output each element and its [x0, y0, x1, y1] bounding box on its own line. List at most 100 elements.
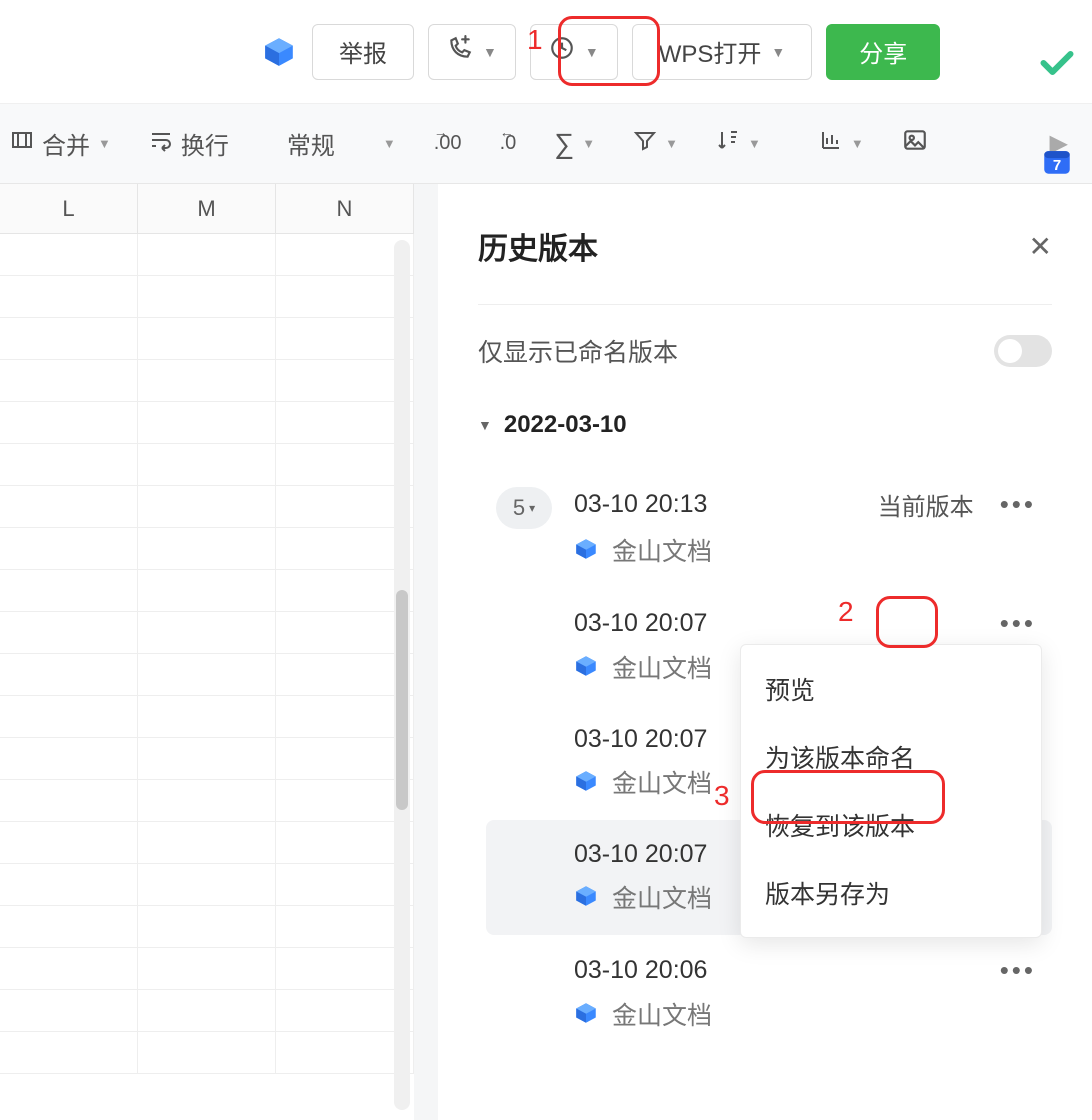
rail-check-icon[interactable] — [1038, 44, 1076, 82]
sheet-cell[interactable] — [138, 276, 276, 317]
sheet-row[interactable] — [0, 234, 414, 276]
sheet-row[interactable] — [0, 906, 414, 948]
sheet-cell[interactable] — [138, 612, 276, 653]
clock-icon — [549, 35, 575, 68]
image-button[interactable] — [892, 121, 938, 166]
sheet-cell[interactable] — [0, 276, 138, 317]
sheet-cell[interactable] — [0, 360, 138, 401]
sheet-cell[interactable] — [138, 738, 276, 779]
version-item[interactable]: 5▾03-10 20:13当前版本•••金山文档 — [486, 467, 1052, 588]
column-header[interactable]: L — [0, 184, 138, 233]
sheet-cell[interactable] — [0, 1032, 138, 1073]
column-header[interactable]: M — [138, 184, 276, 233]
sheet-cell[interactable] — [0, 570, 138, 611]
phone-dropdown-button[interactable]: ▼ — [428, 24, 516, 80]
sheet-cell[interactable] — [0, 612, 138, 653]
sheet-cell[interactable] — [0, 318, 138, 359]
sheet-cell[interactable] — [138, 654, 276, 695]
sheet-cell[interactable] — [138, 1032, 276, 1073]
sheet-cell[interactable] — [138, 696, 276, 737]
sheet-cell[interactable] — [138, 528, 276, 569]
version-item[interactable]: 03-10 20:06•••金山文档 — [486, 935, 1052, 1052]
sheet-cell[interactable] — [138, 570, 276, 611]
sheet-cell[interactable] — [138, 318, 276, 359]
sheet-row[interactable] — [0, 402, 414, 444]
context-menu-item[interactable]: 恢复到该版本 — [741, 791, 1041, 859]
app-logo-icon — [574, 884, 600, 910]
context-menu-item[interactable]: 预览 — [741, 655, 1041, 723]
wrap-text-button[interactable]: 换行 — [139, 120, 239, 167]
sheet-column-headers: L M N — [0, 184, 414, 234]
phone-icon — [447, 35, 473, 68]
sheet-row[interactable] — [0, 1032, 414, 1074]
chart-dropdown-button[interactable]: ▼ — [809, 122, 874, 165]
history-dropdown-button[interactable]: ▼ — [530, 24, 618, 80]
sheet-cell[interactable] — [138, 402, 276, 443]
share-button[interactable]: 分享 — [826, 24, 940, 80]
context-menu-item[interactable]: 为该版本命名 — [741, 723, 1041, 791]
sheet-row[interactable] — [0, 528, 414, 570]
sheet-cell[interactable] — [138, 360, 276, 401]
named-only-toggle[interactable] — [994, 335, 1052, 367]
sheet-cell[interactable] — [138, 948, 276, 989]
sheet-row[interactable] — [0, 822, 414, 864]
sheet-cell[interactable] — [0, 948, 138, 989]
filter-dropdown-button[interactable]: ▼ — [623, 122, 688, 165]
sheet-cell[interactable] — [138, 822, 276, 863]
sheet-row[interactable] — [0, 612, 414, 654]
context-menu-item[interactable]: 版本另存为 — [741, 859, 1041, 927]
sheet-cell[interactable] — [0, 822, 138, 863]
decrease-decimal-button[interactable]: .00 → — [424, 126, 472, 161]
sheet-row[interactable] — [0, 318, 414, 360]
number-format-select[interactable]: 常规 ▼ — [257, 120, 406, 167]
sum-dropdown-button[interactable]: ∑ ▼ — [544, 122, 605, 166]
version-more-button[interactable]: ••• — [994, 608, 1042, 639]
version-date-group[interactable]: ▼ 2022-03-10 — [478, 411, 1052, 439]
sheet-row[interactable] — [0, 864, 414, 906]
sheet-row[interactable] — [0, 990, 414, 1032]
sheet-cell[interactable] — [0, 738, 138, 779]
scrollbar-thumb[interactable] — [396, 590, 408, 810]
sheet-cell[interactable] — [138, 780, 276, 821]
sheet-row[interactable] — [0, 696, 414, 738]
version-more-button[interactable]: ••• — [994, 955, 1042, 986]
sheet-cell[interactable] — [138, 486, 276, 527]
sheet-cell[interactable] — [0, 486, 138, 527]
sheet-cell[interactable] — [0, 696, 138, 737]
sheet-cell[interactable] — [0, 990, 138, 1031]
sheet-cell[interactable] — [0, 864, 138, 905]
sheet-cell[interactable] — [0, 402, 138, 443]
rail-calendar-icon[interactable]: 7 — [1038, 142, 1076, 180]
sheet-cell[interactable] — [138, 864, 276, 905]
version-time: 03-10 20:06 — [574, 956, 707, 985]
sheet-row[interactable] — [0, 948, 414, 990]
sheet-cell[interactable] — [138, 234, 276, 275]
sheet-row[interactable] — [0, 444, 414, 486]
column-header[interactable]: N — [276, 184, 414, 233]
sheet-cell[interactable] — [0, 906, 138, 947]
sheet-cell[interactable] — [0, 528, 138, 569]
sheet-cell[interactable] — [0, 654, 138, 695]
sheet-row[interactable] — [0, 654, 414, 696]
wps-open-button[interactable]: WPS打开 ▼ — [632, 24, 813, 80]
sheet-cell[interactable] — [138, 990, 276, 1031]
sheet-cell[interactable] — [0, 780, 138, 821]
sort-dropdown-button[interactable]: ▼ — [706, 122, 771, 165]
sheet-cell[interactable] — [138, 906, 276, 947]
sheet-row[interactable] — [0, 486, 414, 528]
scrollbar-track[interactable] — [394, 240, 410, 1110]
merge-cells-button[interactable]: 合并 ▼ — [0, 120, 121, 167]
sheet-cell[interactable] — [0, 444, 138, 485]
close-button[interactable]: ✕ — [1029, 230, 1052, 263]
sheet-cell[interactable] — [0, 234, 138, 275]
increase-decimal-button[interactable]: .0 ← — [490, 126, 527, 161]
sheet-row[interactable] — [0, 738, 414, 780]
sheet-row[interactable] — [0, 276, 414, 318]
sheet-row[interactable] — [0, 360, 414, 402]
version-count-badge[interactable]: 5▾ — [496, 487, 552, 529]
sheet-row[interactable] — [0, 780, 414, 822]
sheet-cell[interactable] — [138, 444, 276, 485]
version-more-button[interactable]: ••• — [994, 489, 1042, 520]
sheet-row[interactable] — [0, 570, 414, 612]
report-button[interactable]: 举报 — [312, 24, 414, 80]
